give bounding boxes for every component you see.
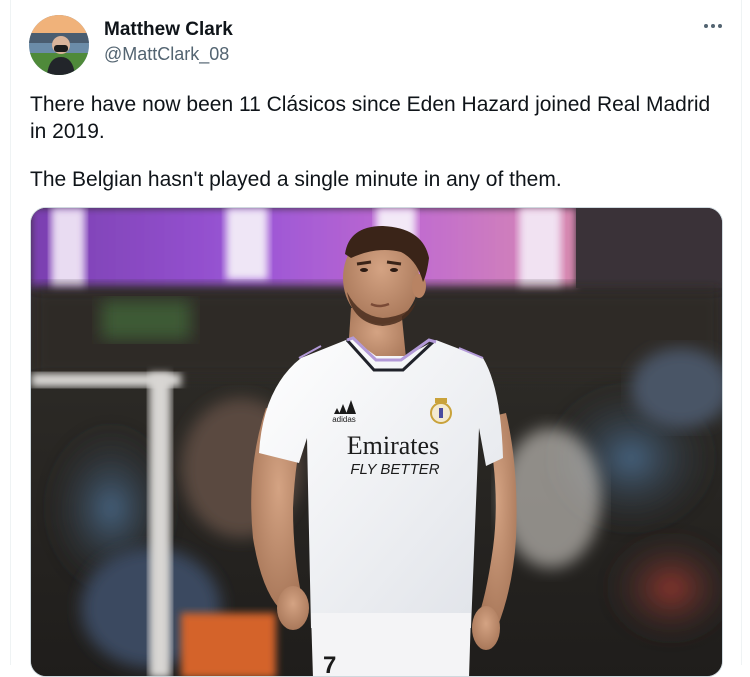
shirt-sponsor-tagline: FLY BETTER [350,461,439,478]
adidas-wordmark: adidas [332,415,356,424]
author-name[interactable]: Matthew Clark [104,19,233,41]
author-handle[interactable]: @MattClark_08 [104,44,229,65]
photo-hazard: adidas Emirates FLY BETTER 7 [31,208,722,676]
author-avatar[interactable] [29,15,89,75]
tweet-text-paragraph-2: The Belgian hasn't played a single minut… [30,168,562,191]
tweet-text-paragraph-1: There have now been 11 Clásicos since Ed… [30,93,711,143]
shirt-sponsor-main: Emirates [347,431,439,460]
more-options-button[interactable] [700,14,726,38]
avatar-photo [29,15,89,75]
ellipsis-icon [704,24,708,28]
tweet-photo[interactable]: adidas Emirates FLY BETTER 7 [30,207,723,677]
